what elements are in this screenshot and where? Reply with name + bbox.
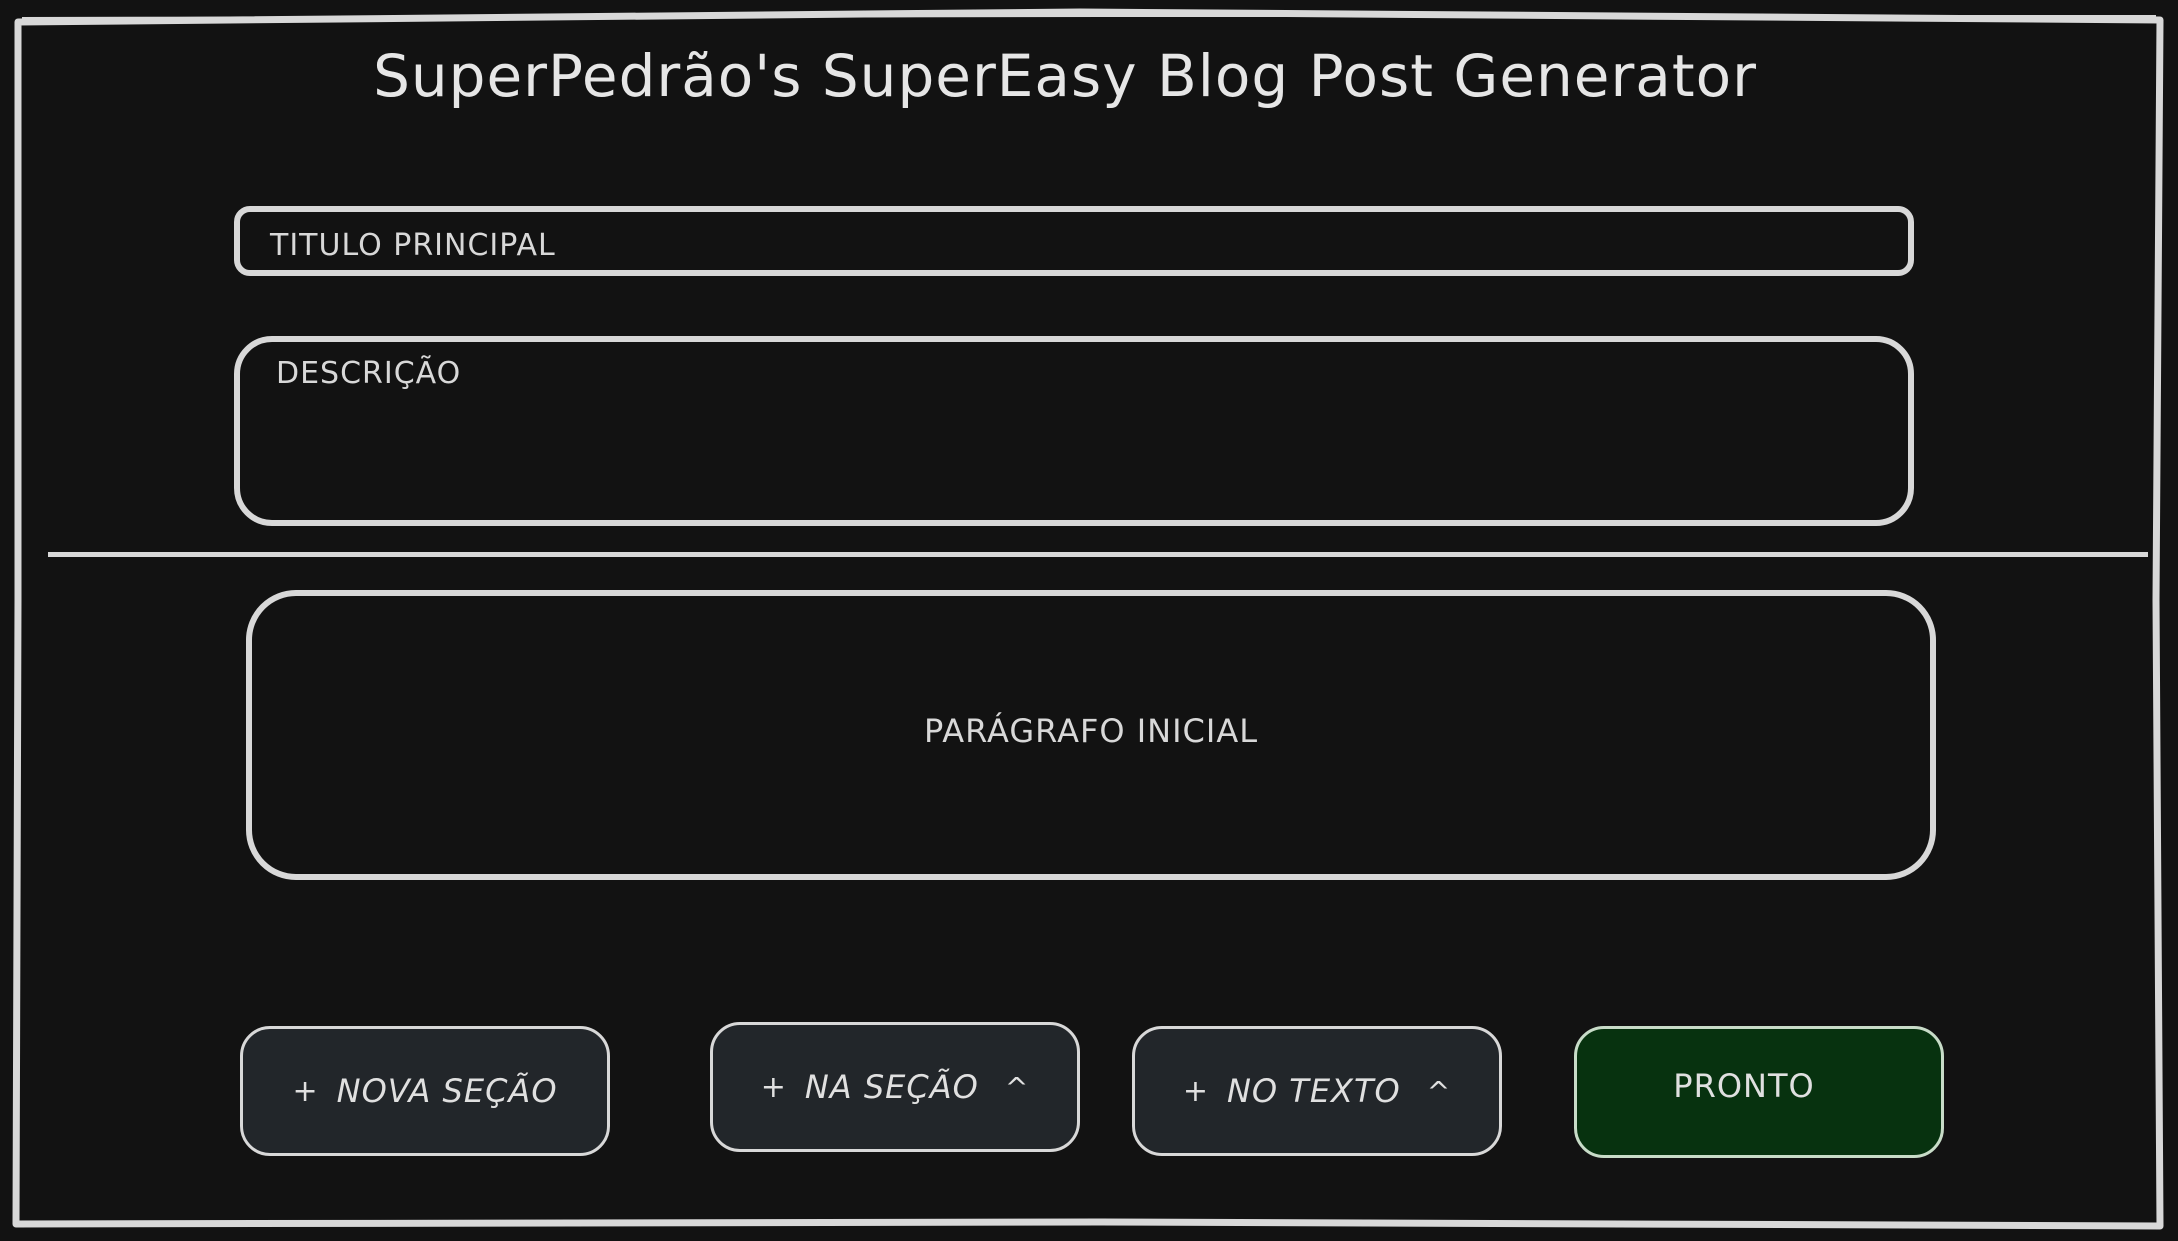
main-title-placeholder: TITULO PRINCIPAL [270, 228, 556, 263]
add-in-text-label: NO TEXTO [1226, 1072, 1401, 1110]
add-in-text-button[interactable]: + NO TEXTO ^ [1132, 1026, 1502, 1156]
new-section-label: NOVA SEÇÃO [336, 1072, 558, 1110]
plus-icon: + [292, 1073, 319, 1109]
caret-up-icon: ^ [1426, 1074, 1452, 1108]
caret-up-icon: ^ [1004, 1070, 1030, 1104]
new-section-button[interactable]: + NOVA SEÇÃO [240, 1026, 610, 1156]
description-textarea[interactable]: DESCRIÇÃO [234, 336, 1914, 526]
description-placeholder: DESCRIÇÃO [276, 356, 462, 391]
add-in-section-label: NA SEÇÃO [804, 1068, 979, 1106]
add-in-section-button[interactable]: + NA SEÇÃO ^ [710, 1022, 1080, 1152]
done-button[interactable]: PRONTO [1574, 1026, 1944, 1158]
main-title-input[interactable]: TITULO PRINCIPAL [234, 206, 1914, 276]
page-title: SuperPedrão's SuperEasy Blog Post Genera… [373, 42, 1757, 110]
plus-icon: + [1182, 1073, 1209, 1109]
done-label: PRONTO [1673, 1067, 1815, 1105]
initial-paragraph-textarea[interactable]: PARÁGRAFO INICIAL [246, 590, 1936, 880]
initial-paragraph-placeholder: PARÁGRAFO INICIAL [923, 712, 1259, 750]
plus-icon: + [760, 1069, 787, 1105]
section-divider [48, 552, 2148, 557]
